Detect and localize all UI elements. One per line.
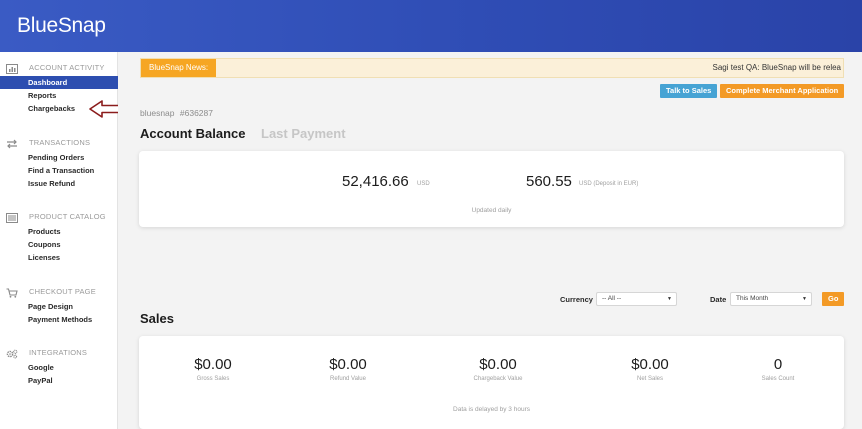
stat-gross-sales: $0.00 Gross Sales (158, 356, 268, 382)
bar-chart-icon (6, 64, 18, 74)
stat-label: Chargeback Value (473, 376, 523, 382)
sidebar-item-dashboard[interactable]: Dashboard (0, 76, 118, 89)
tab-account-balance[interactable]: Account Balance (140, 126, 245, 141)
merchant-info: bluesnap #636287 (140, 108, 213, 118)
sidebar-section-checkout-page: CHECKOUT PAGE Page Design Payment Method… (0, 286, 118, 326)
balance-currency-deposit: USD (Deposit in EUR) (579, 181, 639, 187)
stat-sales-count: 0 Sales Count (723, 356, 833, 382)
stat-value: $0.00 (479, 356, 517, 373)
merchant-id: #636287 (179, 108, 213, 118)
section-title: PRODUCT CATALOG (29, 212, 106, 221)
balance-amount-deposit: 560.55 (526, 173, 572, 190)
currency-select[interactable]: -- All -- ▼ (596, 292, 677, 306)
chevron-down-icon: ▼ (802, 296, 807, 302)
balance-currency-usd: USD (417, 181, 430, 187)
stat-value: $0.00 (631, 356, 669, 373)
sidebar-item-payment-methods[interactable]: Payment Methods (0, 313, 118, 326)
talk-to-sales-button[interactable]: Talk to Sales (660, 84, 718, 98)
gears-icon (6, 349, 18, 359)
balance-updated-note: Updated daily (471, 207, 512, 214)
merchant-name: bluesnap (140, 108, 175, 118)
top-header: BlueSnap (0, 0, 862, 52)
stat-label: Gross Sales (196, 376, 230, 382)
sidebar-item-coupons[interactable]: Coupons (0, 238, 118, 251)
stat-chargeback-value: $0.00 Chargeback Value (443, 356, 553, 382)
stat-value: 0 (773, 356, 783, 373)
sales-card: $0.00 Gross Sales $0.00 Refund Value $0.… (139, 336, 844, 429)
complete-merchant-application-button[interactable]: Complete Merchant Application (720, 84, 845, 98)
main-content: BlueSnap News: Sagi test QA: BlueSnap wi… (118, 52, 862, 429)
chevron-down-icon: ▼ (667, 296, 672, 302)
sidebar-item-products[interactable]: Products (0, 225, 118, 238)
stat-value: $0.00 (194, 356, 232, 373)
list-icon (6, 213, 18, 223)
stat-net-sales: $0.00 Net Sales (595, 356, 705, 382)
tab-last-payment[interactable]: Last Payment (261, 126, 346, 141)
sidebar-section-transactions: TRANSACTIONS Pending Orders Find a Trans… (0, 137, 118, 190)
news-ticker-text[interactable]: Sagi test QA: BlueSnap will be relea (712, 59, 841, 77)
section-title: ACCOUNT ACTIVITY (29, 63, 105, 72)
bluesnap-logo[interactable]: BlueSnap (17, 14, 106, 38)
go-button[interactable]: Go (822, 292, 845, 306)
currency-select-value: -- All -- (602, 295, 622, 302)
date-select[interactable]: This Month ▼ (730, 292, 812, 306)
sidebar-item-page-design[interactable]: Page Design (0, 300, 118, 313)
account-balance-card: 52,416.66 USD 560.55 USD (Deposit in EUR… (139, 151, 844, 227)
sidebar-item-google[interactable]: Google (0, 361, 118, 374)
sidebar-item-paypal[interactable]: PayPal (0, 374, 118, 387)
sidebar-item-licenses[interactable]: Licenses (0, 251, 118, 264)
section-title: CHECKOUT PAGE (29, 287, 96, 296)
cart-icon (6, 288, 18, 298)
transfer-arrows-icon (6, 139, 18, 149)
news-bar: BlueSnap News: Sagi test QA: BlueSnap wi… (140, 58, 844, 78)
section-title: INTEGRATIONS (29, 348, 88, 357)
sidebar-item-issue-refund[interactable]: Issue Refund (0, 177, 118, 190)
sidebar-item-pending-orders[interactable]: Pending Orders (0, 151, 118, 164)
sidebar-item-find-transaction[interactable]: Find a Transaction (0, 164, 118, 177)
section-title: TRANSACTIONS (29, 138, 91, 147)
date-select-value: This Month (736, 295, 769, 302)
date-label: Date (710, 295, 727, 304)
balance-amount-usd: 52,416.66 (342, 173, 409, 190)
stat-label: Sales Count (761, 376, 795, 382)
sidebar-section-integrations: INTEGRATIONS Google PayPal (0, 347, 118, 387)
currency-label: Currency (560, 295, 593, 304)
news-label: BlueSnap News: (141, 59, 217, 77)
stat-label: Net Sales (636, 376, 663, 382)
sales-heading: Sales (140, 311, 174, 326)
sidebar-section-product-catalog: PRODUCT CATALOG Products Coupons License… (0, 211, 118, 264)
sales-delay-note: Data is delayed by 3 hours (453, 406, 530, 413)
stat-refund-value: $0.00 Refund Value (293, 356, 403, 382)
stat-value: $0.00 (329, 356, 367, 373)
stat-label: Refund Value (330, 376, 366, 382)
